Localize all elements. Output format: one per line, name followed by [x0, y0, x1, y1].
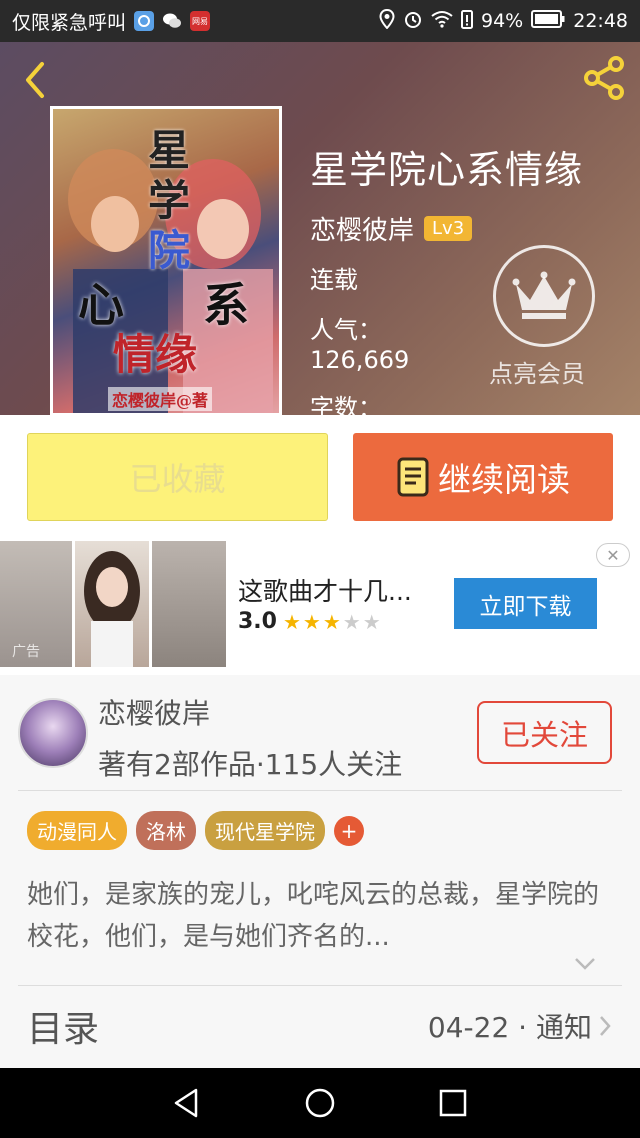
- tag-chip[interactable]: 动漫同人: [27, 811, 127, 850]
- following-button[interactable]: 已关注: [477, 701, 612, 764]
- table-of-contents-row[interactable]: 目录 04-22 · 通知: [27, 987, 612, 1065]
- browser-notification-icon: [134, 11, 155, 31]
- ad-thumbnail: [152, 541, 226, 667]
- nav-home-button[interactable]: [290, 1073, 350, 1133]
- vip-label[interactable]: 点亮会员: [489, 354, 585, 389]
- battery-alert-icon: [461, 9, 473, 34]
- wifi-icon: [431, 10, 453, 33]
- netease-notification-icon: 网易: [190, 11, 211, 31]
- book-status: 连载: [310, 266, 358, 294]
- add-tag-button[interactable]: +: [334, 815, 364, 846]
- share-icon: [584, 56, 624, 100]
- ad-mark: 广告: [12, 644, 40, 660]
- divider: [18, 985, 622, 986]
- book-icon: [397, 457, 429, 497]
- ad-rating: 3.0 ★★★★★: [238, 609, 383, 634]
- clock-time: 22:48: [573, 10, 628, 32]
- continue-reading-button[interactable]: 继续阅读: [353, 433, 613, 521]
- crown-icon: [512, 271, 576, 319]
- system-nav-bar: [0, 1068, 640, 1138]
- book-header: 星 学 院 心 系 情缘 恋樱彼岸@著 星学院心系情缘 恋樱彼岸 Lv3 连载 …: [0, 42, 640, 415]
- ad-rating-value: 3.0: [238, 609, 277, 634]
- wechat-notification-icon: [162, 11, 182, 31]
- popularity-label: 人气：: [310, 316, 382, 344]
- star-icon: ★: [302, 609, 323, 634]
- alarm-icon: [403, 9, 423, 34]
- chevron-down-icon: [575, 958, 595, 970]
- battery-percent: 94%: [481, 10, 524, 32]
- action-bar: 已收藏 继续阅读: [0, 415, 640, 537]
- battery-icon: [531, 9, 565, 33]
- nav-back-button[interactable]: [157, 1073, 217, 1133]
- author-avatar[interactable]: [18, 698, 88, 768]
- favorited-button[interactable]: 已收藏: [27, 433, 328, 521]
- ad-banner[interactable]: 广告 这歌曲才十几... 3.0 ★★★★★ 立即下载 ✕: [0, 537, 640, 675]
- ad-thumbnail: 广告: [0, 541, 72, 667]
- divider: [18, 790, 622, 791]
- author-name[interactable]: 恋樱彼岸: [98, 692, 210, 732]
- share-button[interactable]: [580, 54, 628, 102]
- close-icon: ✕: [606, 545, 620, 565]
- ad-thumbnail: [75, 541, 149, 667]
- book-author[interactable]: 恋樱彼岸: [310, 210, 414, 247]
- star-icon: ★: [282, 609, 303, 634]
- cover-char: 院: [148, 226, 191, 275]
- back-arrow-icon: [26, 62, 44, 98]
- toc-label: 目录: [27, 1009, 100, 1050]
- nav-recents-button[interactable]: [423, 1073, 483, 1133]
- star-empty-icon: ★: [362, 609, 383, 634]
- ad-download-button[interactable]: 立即下载: [454, 578, 597, 629]
- status-bar: 仅限紧急呼叫 网易 94% 22:48: [0, 0, 640, 42]
- location-icon: [379, 8, 395, 34]
- tag-chip[interactable]: 现代星学院: [205, 811, 325, 850]
- book-description[interactable]: 她们，是家族的宠儿，叱咤风云的总裁，星学院的校花，他们，是与她们齐名的...: [27, 874, 612, 958]
- expand-button[interactable]: [574, 956, 596, 975]
- author-level-badge: Lv3: [424, 216, 473, 241]
- circle-home-icon: [305, 1088, 335, 1118]
- author-section: 恋樱彼岸 著有2部作品·115人关注 已关注 动漫同人 洛林 现代星学院 + 她…: [0, 675, 640, 1068]
- carrier-text: 仅限紧急呼叫: [12, 11, 127, 34]
- star-empty-icon: ★: [342, 609, 363, 634]
- tag-list: 动漫同人 洛林 现代星学院 +: [27, 811, 364, 850]
- toc-latest: 04-22 · 通知: [428, 1006, 612, 1046]
- book-cover[interactable]: 星 学 院 心 系 情缘 恋樱彼岸@著: [50, 106, 282, 415]
- ad-title: 这歌曲才十几...: [238, 577, 412, 606]
- ad-person-image: [84, 551, 140, 667]
- triangle-back-icon: [174, 1088, 197, 1118]
- chevron-right-icon: [600, 1016, 611, 1036]
- star-icon: ★: [322, 609, 343, 634]
- cover-char: 系: [203, 278, 249, 332]
- toc-latest-text: 04-22 · 通知: [427, 1011, 592, 1044]
- book-title: 星学院心系情缘: [310, 148, 584, 192]
- cover-char: 情缘: [113, 330, 198, 379]
- back-button[interactable]: [20, 60, 50, 100]
- continue-reading-label: 继续阅读: [438, 460, 570, 499]
- rating-stars: ★★★★★: [283, 610, 383, 634]
- ad-close-button[interactable]: ✕: [596, 543, 630, 567]
- cover-footer: 恋樱彼岸@著: [108, 387, 213, 411]
- wordcount-label: 字数：: [310, 394, 382, 415]
- tag-chip[interactable]: 洛林: [136, 811, 196, 850]
- square-recents-icon: [440, 1089, 467, 1117]
- author-stats: 著有2部作品·115人关注: [98, 748, 403, 781]
- popularity-value: 126,669: [310, 346, 410, 374]
- vip-button[interactable]: [493, 245, 595, 347]
- book-author-row[interactable]: 恋樱彼岸 Lv3: [310, 210, 473, 247]
